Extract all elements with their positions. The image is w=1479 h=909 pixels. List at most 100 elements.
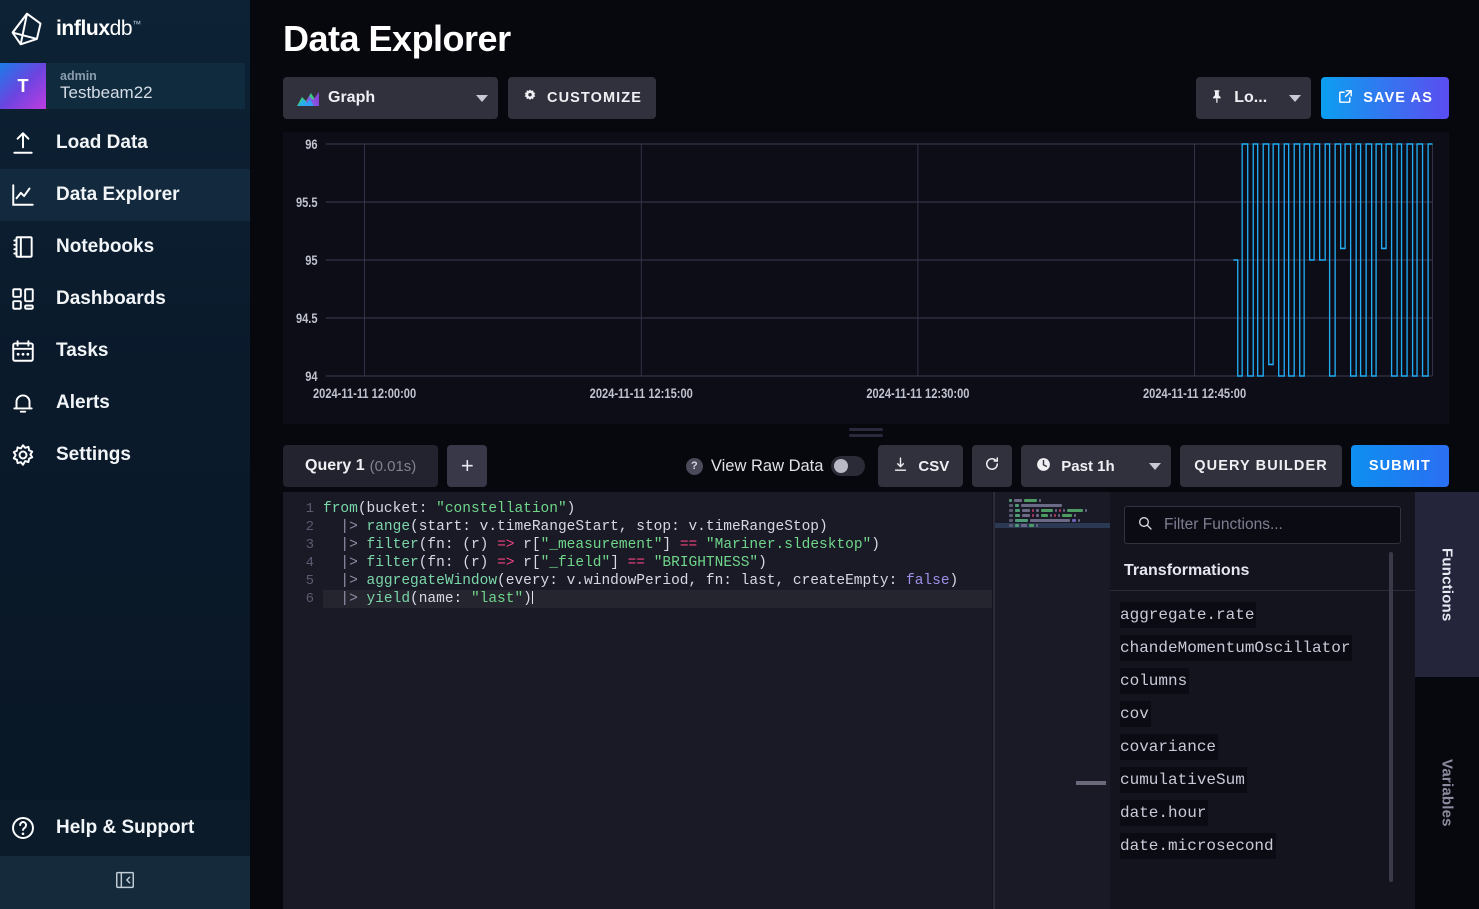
query-builder-label: QUERY BUILDER [1194,458,1328,474]
query-tab-1[interactable]: Query 1 (0.01s) [283,445,439,487]
brand[interactable]: influxdb™ [0,0,250,58]
csv-download-button[interactable]: CSV [878,445,964,487]
graph-type-dropdown[interactable]: Graph [283,77,498,119]
function-list-item[interactable]: covariance [1110,731,1415,764]
upload-icon [8,128,38,158]
functions-search-wrap [1110,506,1415,544]
minimap-token [1059,508,1061,513]
code-token: false [906,573,950,589]
code-line[interactable]: from(bucket: "constellation") [323,500,992,518]
functions-search[interactable] [1124,506,1401,544]
code-token: == [679,537,698,553]
view-raw-data-toggle[interactable] [831,456,866,476]
account-switcher[interactable]: T admin Testbeam22 [0,63,245,109]
customize-button[interactable]: CUSTOMIZE [508,77,657,119]
question-circle-icon [8,813,38,843]
bell-icon [8,388,38,418]
sidebar-item-notebooks[interactable]: Notebooks [0,221,250,273]
function-name: cov [1120,701,1151,727]
function-list-item[interactable]: date.microsecond [1110,830,1415,863]
functions-scrollbar[interactable] [1389,552,1393,882]
tab-functions[interactable]: Functions [1415,492,1479,677]
function-list-item[interactable]: aggregate.rate [1110,599,1415,632]
sidebar-item-load-data[interactable]: Load Data [0,117,250,169]
functions-panel: Transformations aggregate.rate chandeMome… [1110,492,1415,909]
external-link-icon [1337,88,1354,109]
panel-resize-handle[interactable] [283,424,1449,440]
line-chart-icon [8,180,38,210]
flux-editor[interactable]: 1 2 3 4 5 6 from(bucket: "constellation") |> … [283,492,1110,909]
avatar: T [0,63,46,109]
code-token: filter [366,555,419,571]
code-line[interactable]: |> range(start: v.timeRangeStart, stop: … [323,518,992,536]
toggle-knob [834,459,849,473]
account-role: admin [60,69,97,84]
minimap-token [1009,508,1013,513]
customize-label: CUSTOMIZE [547,90,643,106]
code-token: (bucket: [357,501,437,517]
minimap-token [1014,498,1022,503]
code-token: ) [949,573,959,589]
sidebar-item-alerts[interactable]: Alerts [0,377,250,429]
code-token: ) [871,537,880,553]
graph-panel[interactable]: 94 94.5 95 95.5 96 2024-11-11 12:00:00 2024-1… [283,132,1449,424]
chevron-down-icon [1289,94,1302,102]
submit-button[interactable]: SUBMIT [1350,445,1449,487]
code-token: from [323,501,358,517]
code-line[interactable]: |> filter(fn: (r) => r["_field"] == "BRI… [323,554,992,572]
filter-functions-input[interactable] [1164,516,1388,534]
code-line[interactable]: |> yield(name: "last") [323,590,992,608]
influxdb-cube-logo [8,10,46,48]
add-query-button[interactable]: + [447,445,488,487]
graph-type-label: Graph [328,89,376,106]
save-as-button[interactable]: SAVE AS [1321,77,1449,119]
editor-side-tabs: Functions Variables [1415,492,1479,909]
time-range-dropdown[interactable]: Past 1h [1021,445,1172,487]
code-token: "constellation" [436,501,567,517]
code-token: "Mariner.sldesktop" [705,537,872,553]
minimap-token [1015,508,1020,513]
minimap-token [1039,498,1041,503]
refresh-button[interactable] [972,445,1013,487]
editor-scrollbar-thumb[interactable] [1076,781,1106,785]
line-number: 5 [305,573,314,589]
editor-minimap[interactable] [992,492,1110,909]
function-list-item[interactable]: cumulativeSum [1110,764,1415,797]
local-timezone-dropdown[interactable]: Lo... [1196,77,1312,119]
time-series-chart[interactable]: 94 94.5 95 95.5 96 2024-11-11 12:00:00 2024-1… [283,132,1449,424]
save-as-label: SAVE AS [1363,90,1433,106]
collapse-sidebar-button[interactable] [0,856,250,909]
function-list-item[interactable]: chandeMomentumOscillator [1110,632,1415,665]
function-list-item[interactable]: columns [1110,665,1415,698]
tab-variables[interactable]: Variables [1415,677,1479,909]
sidebar-item-dashboards[interactable]: Dashboards [0,273,250,325]
editor-code[interactable]: from(bucket: "constellation") |> range(s… [323,492,992,909]
code-token: ] [662,537,680,553]
view-raw-data-control[interactable]: ? View Raw Data [685,456,866,476]
function-name: date.hour [1120,800,1209,826]
app-root: influxdb™ T admin Testbeam22 Load Data D… [0,0,1479,909]
code-token: |> [323,591,367,607]
notebook-icon [8,232,38,262]
minimap-token [1074,513,1076,518]
minimap-token [1072,518,1076,523]
help-and-support-button[interactable]: Help & Support [0,800,250,856]
function-list-item[interactable]: cov [1110,698,1415,731]
minimap-token [1024,498,1037,503]
text-cursor [531,591,533,604]
code-token: range [366,519,411,535]
sidebar-nav: Load Data Data Explorer Notebooks Dashbo… [0,117,250,800]
sidebar-item-tasks[interactable]: Tasks [0,325,250,377]
query-builder-button[interactable]: QUERY BUILDER [1180,445,1342,487]
minimap-token [1036,523,1038,528]
query-duration: (0.01s) [369,457,417,475]
code-token: aggregateWindow [366,573,498,589]
sidebar-item-label: Data Explorer [56,184,180,205]
question-mark-icon[interactable]: ? [685,457,703,475]
sidebar-item-settings[interactable]: Settings [0,429,250,481]
code-line[interactable]: |> aggregateWindow(every: v.windowPeriod… [323,572,992,590]
function-list-item[interactable]: date.hour [1110,797,1415,830]
y-axis-tick-label: 95.5 [296,195,318,210]
sidebar-item-data-explorer[interactable]: Data Explorer [0,169,250,221]
code-line[interactable]: |> filter(fn: (r) => r["_measurement"] =… [323,536,992,554]
